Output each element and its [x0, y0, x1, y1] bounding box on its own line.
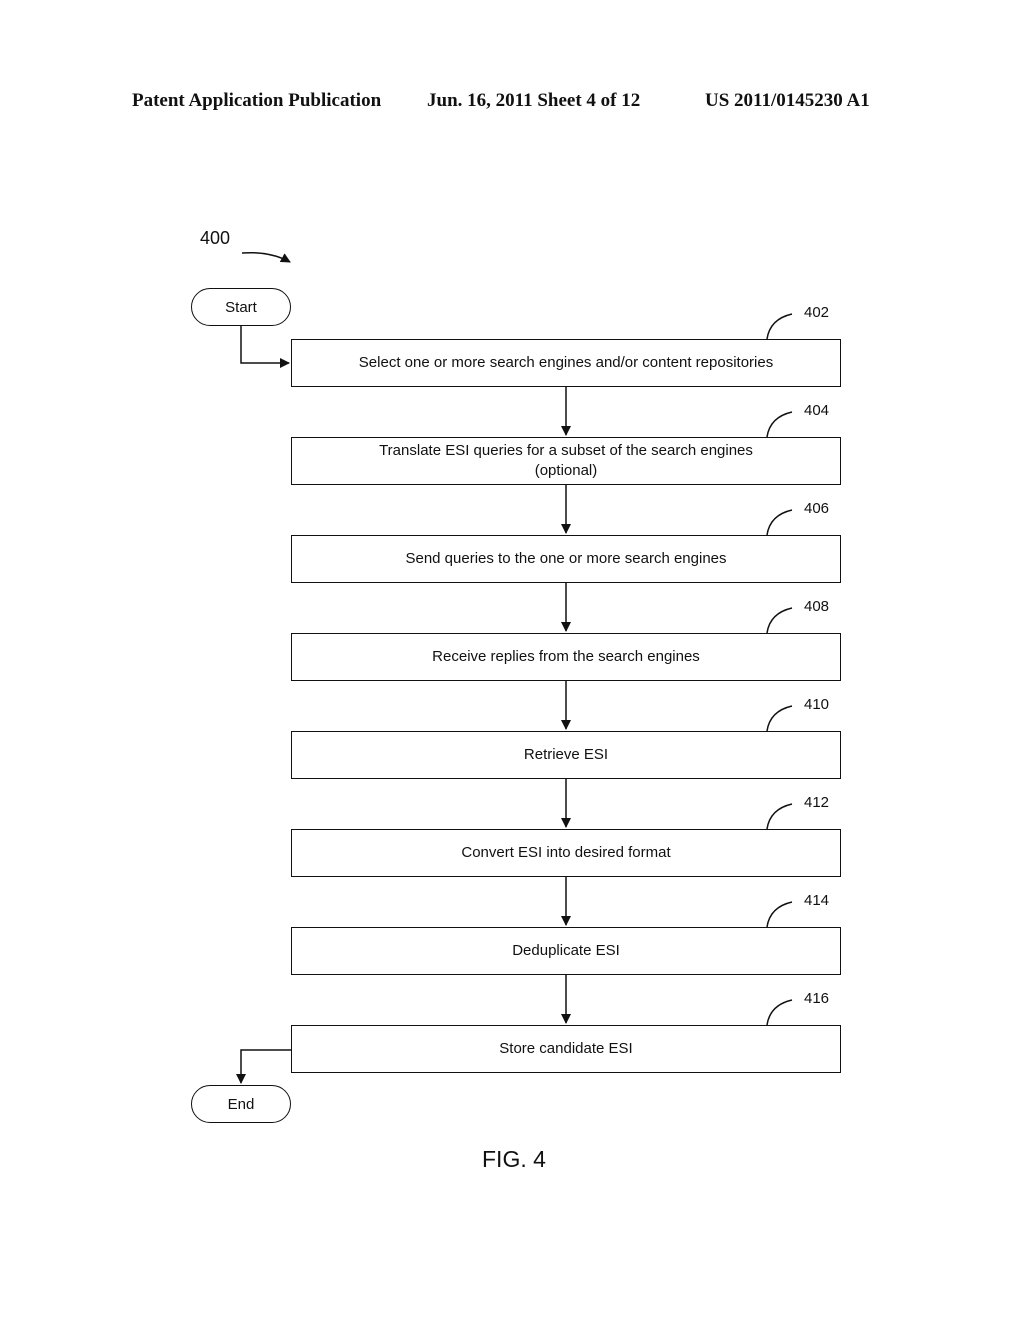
process-step-416: Store candidate ESI — [291, 1025, 841, 1073]
process-step-text: Receive replies from the search engines — [432, 648, 700, 665]
step-reference-number: 404 — [804, 402, 830, 419]
end-connector — [236, 1049, 291, 1084]
start-connector — [240, 326, 290, 368]
step-reference-number: 412 — [804, 794, 830, 811]
process-step-414: Deduplicate ESI — [291, 927, 841, 975]
process-step-text: Select one or more search engines and/or… — [358, 354, 774, 371]
process-step-text: Translate ESI queries for a subset of th… — [379, 442, 753, 479]
leader-line — [766, 999, 793, 1026]
leader-line — [766, 705, 793, 732]
process-step-406: Send queries to the one or more search e… — [291, 535, 841, 583]
leader-line — [766, 313, 793, 340]
leader-line — [766, 901, 793, 928]
process-step-text: Store candidate ESI — [499, 1040, 633, 1057]
step-reference-number: 416 — [804, 990, 830, 1007]
leader-line — [766, 803, 793, 830]
step-reference-number: 414 — [804, 892, 830, 909]
process-step-text: Deduplicate ESI — [512, 942, 620, 959]
process-step-402: Select one or more search engines and/or… — [291, 339, 841, 387]
figure-pointer-arrow — [241, 251, 291, 263]
step-reference-number: 408 — [804, 598, 830, 615]
end-terminal: End — [191, 1085, 291, 1123]
leader-line — [766, 411, 793, 438]
leader-line — [766, 509, 793, 536]
figure-caption: FIG. 4 — [482, 1146, 546, 1172]
start-terminal: Start — [191, 288, 291, 326]
process-step-404: Translate ESI queries for a subset of th… — [291, 437, 841, 485]
step-reference-number: 402 — [804, 304, 830, 321]
step-reference-number: 406 — [804, 500, 830, 517]
process-step-text: Convert ESI into desired format — [461, 844, 671, 861]
step-reference-number: 410 — [804, 696, 830, 713]
process-step-408: Receive replies from the search engines — [291, 633, 841, 681]
process-step-text: Retrieve ESI — [523, 746, 609, 763]
process-step-text: Send queries to the one or more search e… — [405, 550, 727, 567]
process-step-410: Retrieve ESI — [291, 731, 841, 779]
process-step-412: Convert ESI into desired format — [291, 829, 841, 877]
leader-line — [766, 607, 793, 634]
